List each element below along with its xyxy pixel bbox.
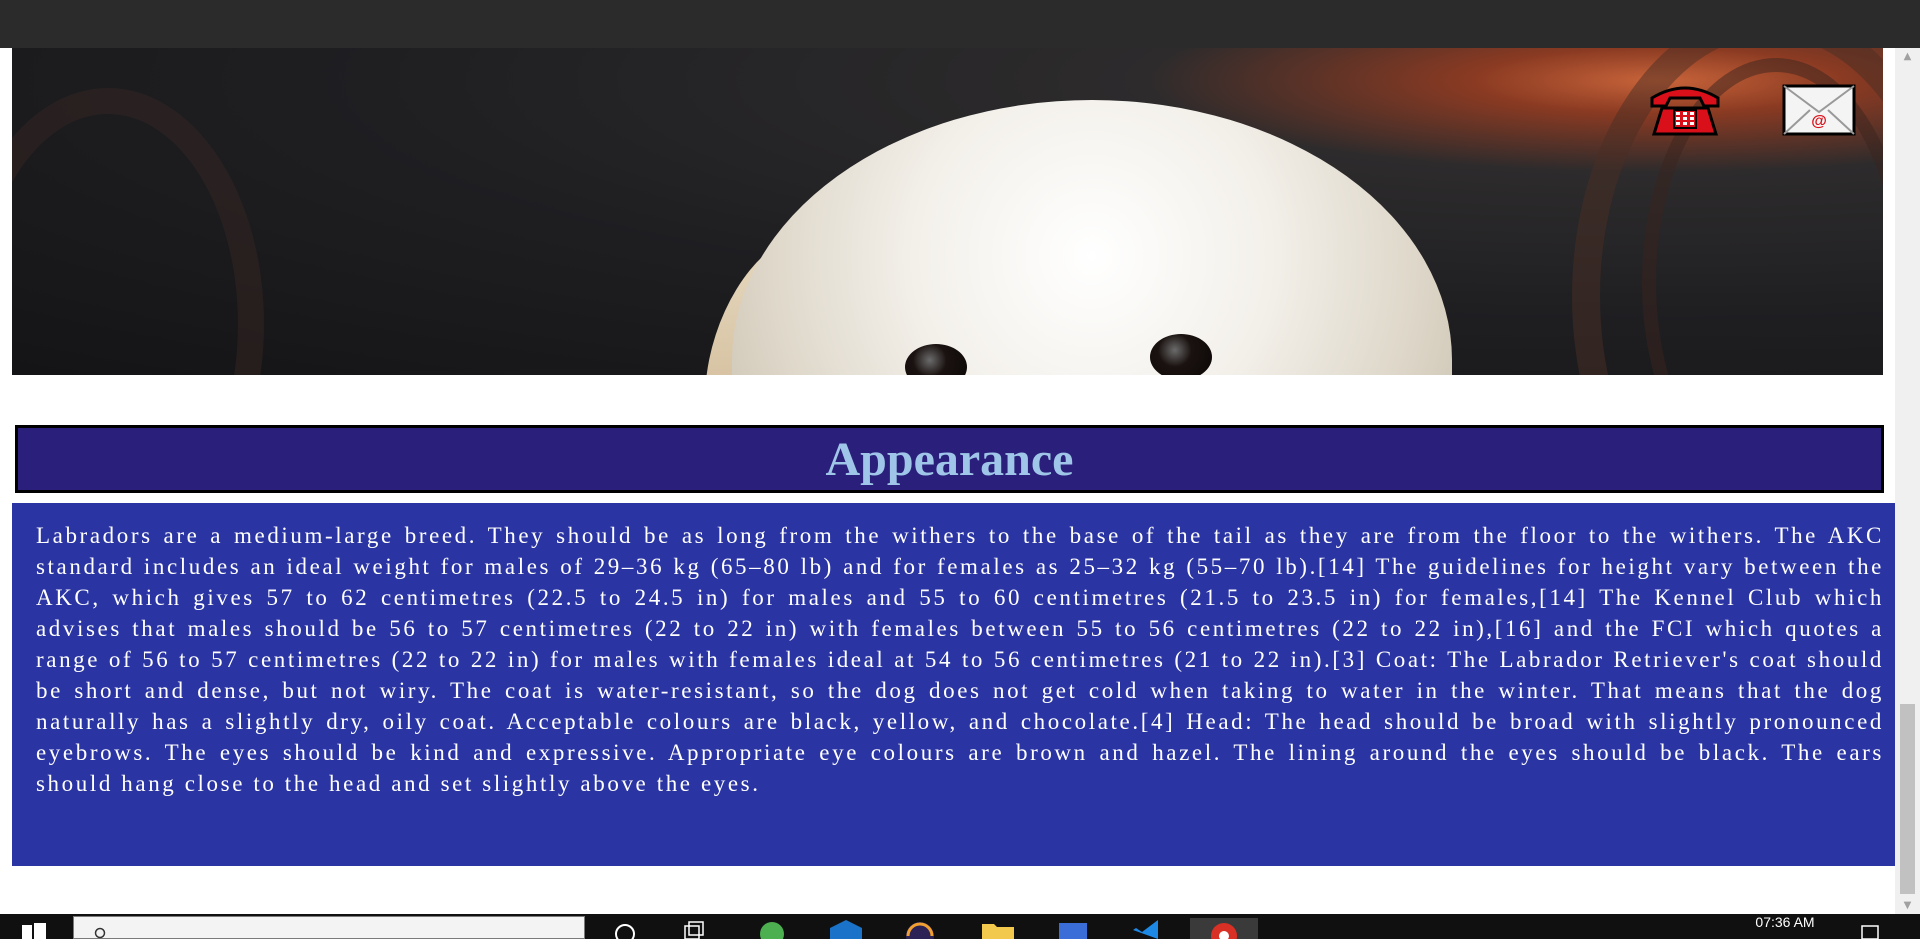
appearance-text: Labradors are a medium-large breed. They…	[36, 523, 1884, 796]
vscode-icon[interactable]	[1128, 918, 1168, 939]
browser-top-bar	[0, 0, 1920, 48]
chrome-icon[interactable]	[1190, 918, 1258, 939]
task-view-icon[interactable]	[675, 918, 715, 939]
notification-center-icon[interactable]	[1860, 924, 1880, 939]
scroll-up-arrow-icon[interactable]: ▲	[1895, 48, 1920, 65]
svg-text:@: @	[1811, 113, 1827, 130]
hero-image: @	[12, 48, 1883, 375]
dog-head	[732, 100, 1452, 375]
windows-taskbar: 07:36 AM	[0, 914, 1920, 939]
mail-app-icon[interactable]	[826, 918, 866, 939]
word-app-icon[interactable]	[1053, 918, 1093, 939]
scroll-thumb[interactable]	[1900, 704, 1915, 894]
web-page: @ Appearance Labradors are a medium-larg…	[0, 48, 1895, 914]
eclipse-icon[interactable]	[900, 918, 940, 939]
scroll-down-arrow-icon[interactable]: ▼	[1895, 897, 1920, 914]
appearance-heading-box: Appearance	[15, 425, 1884, 493]
appearance-body: Labradors are a medium-large breed. They…	[12, 503, 1895, 866]
green-app-icon[interactable]	[752, 918, 792, 939]
vertical-scrollbar[interactable]: ▲ ▼	[1895, 48, 1920, 914]
taskbar-search-input[interactable]	[73, 916, 585, 939]
telephone-icon[interactable]	[1648, 80, 1722, 138]
chair-left-shape	[12, 88, 264, 375]
search-icon	[94, 927, 106, 939]
envelope-icon[interactable]: @	[1782, 84, 1856, 142]
dog-eye-right	[1150, 334, 1212, 375]
section-title: Appearance	[825, 432, 1074, 486]
file-explorer-icon[interactable]	[978, 918, 1018, 939]
taskbar-clock[interactable]: 07:36 AM	[1740, 914, 1830, 930]
windows-start-icon[interactable]	[20, 922, 48, 939]
cortana-icon[interactable]	[605, 918, 645, 939]
